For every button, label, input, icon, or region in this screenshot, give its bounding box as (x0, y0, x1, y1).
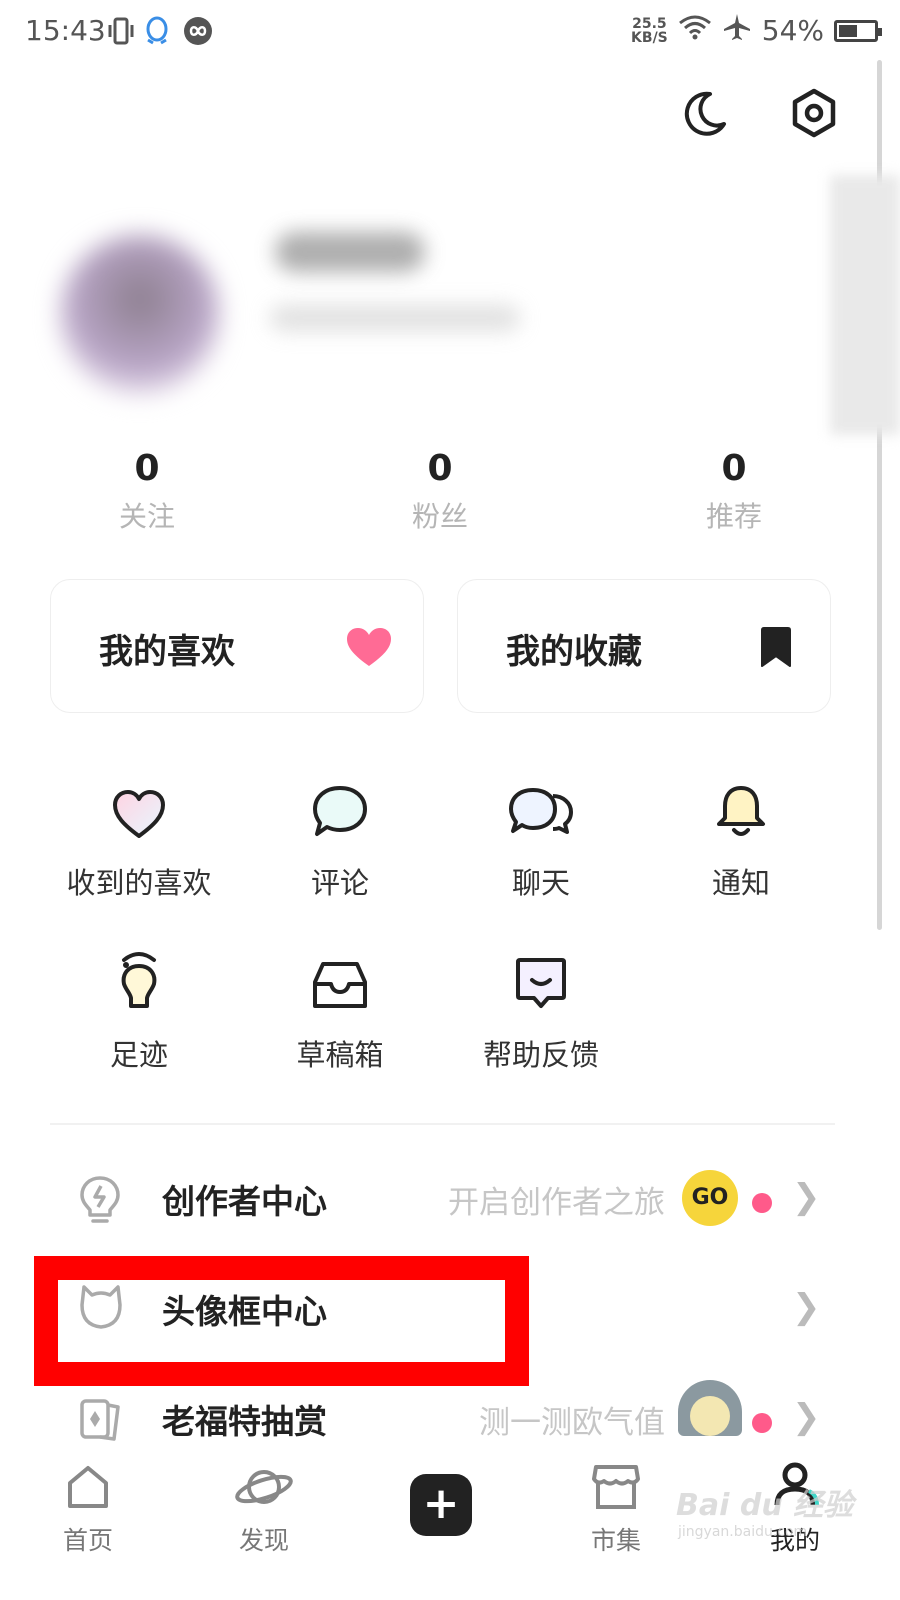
battery-icon (834, 19, 882, 42)
tab-market[interactable]: 市集 (556, 1463, 676, 1557)
footprint-bulb-icon (39, 942, 239, 1012)
lottery-avatar (678, 1380, 742, 1436)
home-icon (28, 1463, 148, 1515)
heart-outline-icon (39, 770, 239, 840)
stat-label: 推荐 (705, 500, 762, 533)
row-subtitle: 测一测欧气值 (479, 1405, 665, 1441)
notification-dot (752, 1413, 772, 1433)
battery-percent: 54% (761, 14, 824, 47)
tab-label: 市集 (590, 1526, 641, 1555)
status-right: 25.5 KB/S 54% (631, 12, 882, 49)
infinity-app-icon (183, 16, 213, 50)
profile-arrow-blurred[interactable] (830, 175, 900, 435)
grid-label: 通知 (711, 866, 770, 900)
airplane-icon (722, 12, 752, 49)
chevron-right-icon: ❯ (792, 1177, 821, 1217)
status-time: 15:43 (25, 14, 106, 47)
go-badge: GO (682, 1170, 738, 1226)
chevron-right-icon: ❯ (792, 1287, 821, 1327)
highlight-box (34, 1256, 529, 1386)
my-favorites-card[interactable]: 我的收藏 (457, 579, 831, 713)
shop-icon (556, 1463, 676, 1515)
stat-label: 粉丝 (411, 500, 468, 533)
inbox-icon (240, 942, 440, 1012)
user-subtitle-blurred (270, 305, 520, 331)
my-likes-card[interactable]: 我的喜欢 (50, 579, 424, 713)
grid-help-feedback[interactable]: 帮助反馈 (441, 942, 641, 1074)
stat-value: 0 (721, 448, 747, 489)
grid-label: 评论 (310, 866, 369, 900)
stat-recommend[interactable]: 0 推荐 (634, 448, 834, 535)
tab-discover[interactable]: 发现 (204, 1463, 324, 1557)
wifi-icon (678, 14, 712, 47)
bookmark-icon (758, 626, 794, 672)
watermark-url: jingyan.baidu.com (678, 1524, 808, 1540)
grid-label: 聊天 (511, 866, 570, 900)
row-creator-center[interactable]: 创作者中心 开启创作者之旅 GO ❯ (0, 1155, 900, 1245)
tab-label: 首页 (62, 1526, 113, 1555)
comment-icon (240, 770, 440, 840)
cards-icon (78, 1395, 124, 1447)
settings-icon[interactable] (788, 87, 840, 143)
grid-label: 草稿箱 (296, 1038, 384, 1072)
stat-following[interactable]: 0 关注 (47, 448, 247, 535)
card-label: 我的收藏 (506, 632, 642, 672)
watermark-logo: Bai du 经验 (676, 1488, 854, 1523)
tab-home[interactable]: 首页 (28, 1463, 148, 1557)
bulb-icon (78, 1175, 122, 1229)
grid-label: 收到的喜欢 (66, 866, 212, 900)
tab-label: 发现 (238, 1526, 289, 1555)
plus-button[interactable]: + (410, 1474, 472, 1536)
grid-drafts[interactable]: 草稿箱 (240, 942, 440, 1074)
grid-notifications[interactable]: 通知 (641, 770, 841, 902)
divider (50, 1123, 835, 1125)
stat-value: 0 (134, 448, 160, 489)
grid-label: 帮助反馈 (482, 1038, 599, 1072)
stat-label: 关注 (118, 500, 175, 533)
row-label: 创作者中心 (162, 1182, 327, 1221)
qq-icon (144, 16, 170, 50)
chat-icon (441, 770, 641, 840)
chevron-right-icon: ❯ (792, 1397, 821, 1437)
bell-icon (641, 770, 841, 840)
stat-fans[interactable]: 0 粉丝 (340, 448, 540, 535)
username-blurred[interactable] (275, 232, 425, 272)
status-bar: 15:43 25.5 KB/S 54% (0, 0, 900, 64)
grid-chat[interactable]: 聊天 (441, 770, 641, 902)
row-subtitle: 开启创作者之旅 (448, 1185, 665, 1221)
heart-icon (345, 626, 393, 672)
moon-icon[interactable] (680, 88, 730, 142)
stat-value: 0 (427, 448, 453, 489)
planet-icon (204, 1463, 324, 1515)
card-label: 我的喜欢 (99, 632, 235, 672)
grid-label: 足迹 (109, 1038, 168, 1072)
feedback-icon (441, 942, 641, 1012)
plus-icon: + (422, 1478, 460, 1529)
avatar[interactable] (60, 235, 220, 395)
grid-received-likes[interactable]: 收到的喜欢 (39, 770, 239, 902)
row-label: 老福特抽赏 (162, 1402, 327, 1441)
notification-dot (752, 1193, 772, 1213)
grid-comments[interactable]: 评论 (240, 770, 440, 902)
grid-footprint[interactable]: 足迹 (39, 942, 239, 1074)
vibrate-icon (108, 16, 134, 50)
network-speed: 25.5 KB/S (631, 15, 668, 46)
